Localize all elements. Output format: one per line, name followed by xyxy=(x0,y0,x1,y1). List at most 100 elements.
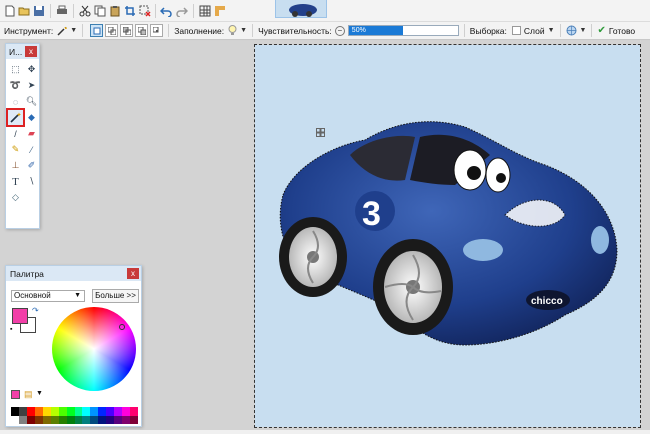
rect-select-icon[interactable]: ⬚ xyxy=(8,62,23,77)
redo-icon[interactable] xyxy=(176,5,188,17)
ruler-icon[interactable] xyxy=(214,5,226,17)
move-selection-icon[interactable]: ➤ xyxy=(24,78,39,93)
color-mode-select[interactable]: Основной ▼ xyxy=(11,290,85,302)
palette-menu-icon[interactable]: ▤ xyxy=(24,389,33,400)
crop-icon[interactable] xyxy=(124,5,136,17)
palette-swatch[interactable] xyxy=(50,415,59,424)
palette-swatch[interactable] xyxy=(42,415,51,424)
palette-color-icon[interactable] xyxy=(11,390,20,399)
done-button[interactable]: ✔ Готово xyxy=(597,23,635,39)
palette-swatch[interactable] xyxy=(18,407,27,416)
palette-swatch[interactable] xyxy=(50,407,59,416)
grid-icon[interactable] xyxy=(199,5,211,17)
car-number: 3 xyxy=(362,195,381,233)
paste-icon[interactable] xyxy=(109,5,121,17)
layer-option-label: Слой xyxy=(523,25,545,36)
magic-wand-icon[interactable] xyxy=(6,108,25,127)
palette-swatch[interactable] xyxy=(34,407,43,416)
clone-stamp-icon[interactable]: ⊥ xyxy=(8,158,23,173)
print-icon[interactable] xyxy=(56,5,68,17)
magic-wand-icon xyxy=(57,26,68,36)
status-bar xyxy=(0,430,650,434)
palette-swatch[interactable] xyxy=(98,407,107,416)
tools-close-button[interactable]: x xyxy=(25,46,37,57)
cut-icon[interactable] xyxy=(79,5,91,17)
paint-bucket-icon[interactable]: ◆ xyxy=(24,110,39,125)
palette-swatch[interactable] xyxy=(26,407,35,416)
exclude-mode-button[interactable] xyxy=(120,24,134,37)
new-file-icon[interactable] xyxy=(4,5,16,17)
palette-close-button[interactable]: x xyxy=(127,268,139,279)
palette-swatch[interactable] xyxy=(122,415,131,424)
main-toolbar xyxy=(0,0,650,22)
chevron-down-icon[interactable]: ▼ xyxy=(36,390,43,397)
pencil-icon[interactable]: ✎ xyxy=(8,142,23,157)
brush-icon[interactable]: / xyxy=(8,126,23,141)
undo-icon[interactable] xyxy=(160,5,172,17)
reset-colors-icon[interactable]: ▪ xyxy=(10,326,12,333)
palette-swatch[interactable] xyxy=(98,415,107,424)
move-icon[interactable]: ✥ xyxy=(24,62,39,77)
selection-source-selector[interactable]: Слой ▼ xyxy=(509,23,555,39)
replace-mode-button[interactable] xyxy=(90,24,104,37)
open-folder-icon[interactable] xyxy=(18,5,30,17)
union-mode-button[interactable] xyxy=(105,24,119,37)
line-icon[interactable]: ∖ xyxy=(24,174,39,189)
move-handle-icon[interactable] xyxy=(316,128,325,137)
palette-swatch[interactable] xyxy=(114,407,123,416)
eraser-icon[interactable]: ▰ xyxy=(24,126,39,141)
zoom-icon[interactable]: 🔍︎ xyxy=(24,94,39,109)
palette-swatch[interactable] xyxy=(90,415,99,424)
palette-swatch[interactable] xyxy=(58,407,67,416)
palette-swatch[interactable] xyxy=(66,407,75,416)
sampling-selector[interactable]: ▼ xyxy=(566,23,586,39)
palette-swatch[interactable] xyxy=(82,415,91,424)
palette-swatch[interactable] xyxy=(26,415,35,424)
palette-swatch[interactable] xyxy=(130,407,138,416)
sensitivity-slider[interactable]: 50% xyxy=(347,25,459,36)
fill-mode-selector[interactable]: ▼ xyxy=(228,23,247,39)
lasso-icon[interactable]: ➰ xyxy=(8,78,23,93)
shapes-icon[interactable]: ◇ xyxy=(8,190,23,205)
palette-swatch[interactable] xyxy=(82,407,91,416)
sensitivity-decrease-button[interactable]: − xyxy=(334,25,345,36)
palette-swatch[interactable] xyxy=(74,407,83,416)
palette-swatch[interactable] xyxy=(90,407,99,416)
palette-swatch[interactable] xyxy=(11,415,19,424)
ellipse-select-icon[interactable]: ◌ xyxy=(8,94,23,109)
palette-swatch[interactable] xyxy=(114,415,123,424)
palette-swatch[interactable] xyxy=(106,407,115,416)
chevron-down-icon: ▼ xyxy=(70,27,78,34)
palette-swatch[interactable] xyxy=(11,407,19,416)
image-canvas[interactable]: 3 chicco xyxy=(254,44,641,428)
palette-swatch[interactable] xyxy=(34,415,43,424)
recolor-icon[interactable]: ✐ xyxy=(24,158,39,173)
image-thumbnail-tab[interactable] xyxy=(275,0,327,18)
primary-color-swatch[interactable] xyxy=(12,308,28,324)
intersect-mode-button[interactable] xyxy=(150,24,164,37)
save-icon[interactable] xyxy=(33,5,45,17)
palette-swatch[interactable] xyxy=(130,415,138,424)
palette-swatch[interactable] xyxy=(74,415,83,424)
palette-swatch[interactable] xyxy=(42,407,51,416)
xor-mode-button[interactable] xyxy=(135,24,149,37)
palette-swatch[interactable] xyxy=(18,415,27,424)
selection-label: Выборка: xyxy=(469,25,507,36)
palette-swatch[interactable] xyxy=(122,407,131,416)
swap-colors-icon[interactable]: ↷ xyxy=(32,306,39,315)
chevron-down-icon: ▼ xyxy=(74,292,81,299)
checkmark-icon: ✔ xyxy=(597,25,606,36)
car-badge: chicco xyxy=(531,296,563,307)
text-icon[interactable]: T xyxy=(8,174,23,189)
palette-swatch[interactable] xyxy=(58,415,67,424)
palette-swatch[interactable] xyxy=(66,415,75,424)
tool-selector[interactable]: ▼ xyxy=(57,23,77,39)
copy-icon[interactable] xyxy=(94,5,106,17)
more-button[interactable]: Больше >> xyxy=(92,289,139,303)
palette-title-text: Палитра xyxy=(10,268,44,279)
palette-window-title[interactable]: Палитра xyxy=(6,266,141,281)
color-picker-icon[interactable]: ⁄ xyxy=(24,142,39,157)
deselect-icon[interactable] xyxy=(139,5,151,17)
color-wheel[interactable] xyxy=(52,307,136,391)
palette-swatch[interactable] xyxy=(106,415,115,424)
